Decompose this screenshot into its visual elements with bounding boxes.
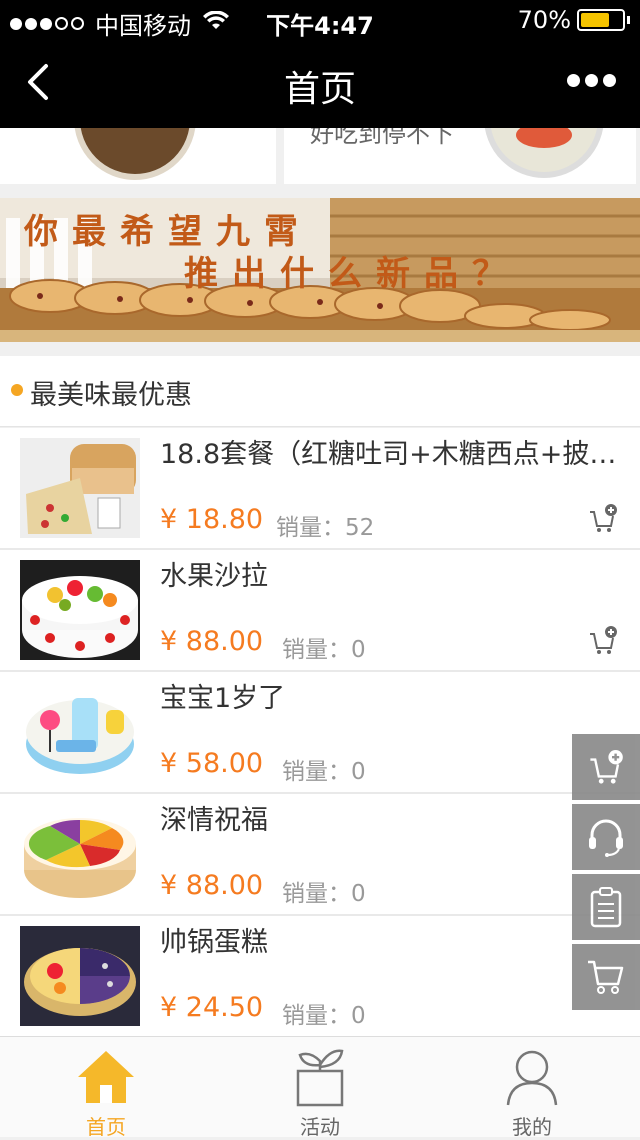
tab-bar: 首页 活动 我的 bbox=[0, 1036, 640, 1139]
tab-home[interactable]: 首页 bbox=[46, 1037, 166, 1139]
product-name: 宝宝1岁了 bbox=[160, 683, 286, 714]
sales-label: 销量： bbox=[282, 881, 351, 907]
sales-count: 0 bbox=[351, 1003, 366, 1029]
more-dots-icon[interactable] bbox=[562, 74, 616, 87]
product-image bbox=[20, 804, 140, 904]
add-to-cart-icon bbox=[590, 750, 623, 784]
tab-activity[interactable]: 活动 bbox=[260, 1037, 380, 1139]
category-card-text: 好吃到停不下 bbox=[310, 128, 454, 148]
category-cards: 好吃到停不下 bbox=[0, 128, 640, 184]
product-name: 水果沙拉 bbox=[160, 561, 268, 592]
product-list: 18.8套餐（红糖吐司+木糖西点+披萨） ¥ 18.80 销量：52 水果沙拉 … bbox=[0, 428, 640, 1038]
product-image bbox=[20, 438, 140, 538]
clipboard-icon bbox=[590, 887, 622, 928]
category-image bbox=[484, 128, 604, 178]
product-item[interactable]: 宝宝1岁了 ¥ 58.00 销量：0 bbox=[0, 672, 640, 794]
battery-indicator: 70% bbox=[518, 6, 630, 34]
product-name: 深情祝福 bbox=[160, 805, 268, 836]
product-name: 18.8套餐（红糖吐司+木糖西点+披萨） bbox=[160, 439, 620, 470]
product-name: 帅锅蛋糕 bbox=[160, 927, 268, 958]
home-icon bbox=[78, 1051, 134, 1103]
section-header: 最美味最优惠 bbox=[0, 356, 640, 427]
product-item[interactable]: 18.8套餐（红糖吐司+木糖西点+披萨） ¥ 18.80 销量：52 bbox=[0, 428, 640, 550]
sales-count: 0 bbox=[351, 881, 366, 907]
person-icon bbox=[506, 1050, 558, 1106]
product-price: ¥ 88.00 bbox=[160, 626, 264, 657]
product-image bbox=[20, 926, 140, 1026]
status-bar: 中国移动 下午4:47 70% bbox=[0, 0, 640, 40]
shopping-cart-icon bbox=[588, 960, 624, 994]
nav-bar: 首页 bbox=[0, 40, 640, 128]
sales-label: 销量： bbox=[282, 759, 351, 785]
page-title: 首页 bbox=[283, 69, 356, 110]
product-image bbox=[20, 682, 140, 782]
product-sales: 销量：0 bbox=[282, 630, 366, 664]
float-orders-button[interactable] bbox=[572, 874, 640, 940]
product-price: ¥ 18.80 bbox=[160, 504, 264, 535]
sales-count: 52 bbox=[345, 515, 375, 541]
plant-pot-icon bbox=[296, 1049, 344, 1107]
bullet-icon bbox=[11, 384, 23, 396]
category-card[interactable] bbox=[0, 128, 276, 184]
battery-icon bbox=[577, 9, 625, 31]
float-service-button[interactable] bbox=[572, 804, 640, 870]
sales-label: 销量： bbox=[282, 1003, 351, 1029]
section-title: 最美味最优惠 bbox=[30, 380, 192, 411]
product-sales: 销量：0 bbox=[282, 752, 366, 786]
add-to-cart-icon[interactable] bbox=[588, 504, 618, 534]
category-image bbox=[74, 128, 196, 180]
promo-banner[interactable]: 你最希望九霄 推出什么新品？ bbox=[0, 198, 640, 342]
tab-mine[interactable]: 我的 bbox=[472, 1037, 592, 1139]
product-item[interactable]: 水果沙拉 ¥ 88.00 销量：0 bbox=[0, 550, 640, 672]
battery-percent: 70% bbox=[517, 6, 571, 34]
sales-count: 0 bbox=[351, 759, 366, 785]
product-sales: 销量：0 bbox=[282, 996, 366, 1030]
product-price: ¥ 24.50 bbox=[160, 992, 264, 1023]
product-price: ¥ 88.00 bbox=[160, 870, 264, 901]
category-card[interactable]: 好吃到停不下 bbox=[284, 128, 636, 184]
product-sales: 销量：52 bbox=[276, 508, 374, 542]
product-sales: 销量：0 bbox=[282, 874, 366, 908]
product-price: ¥ 58.00 bbox=[160, 748, 264, 779]
add-to-cart-icon[interactable] bbox=[588, 626, 618, 656]
product-item[interactable]: 深情祝福 ¥ 88.00 销量：0 bbox=[0, 794, 640, 916]
headset-icon bbox=[589, 819, 623, 857]
sales-label: 销量： bbox=[282, 637, 351, 663]
float-cart-button[interactable] bbox=[572, 944, 640, 1010]
float-add-cart-button[interactable] bbox=[572, 734, 640, 800]
sales-label: 销量： bbox=[276, 515, 345, 541]
product-image bbox=[20, 560, 140, 660]
product-item[interactable]: 帅锅蛋糕 ¥ 24.50 销量：0 bbox=[0, 916, 640, 1038]
banner-line2: 推出什么新品？ bbox=[184, 254, 520, 294]
sales-count: 0 bbox=[351, 637, 366, 663]
